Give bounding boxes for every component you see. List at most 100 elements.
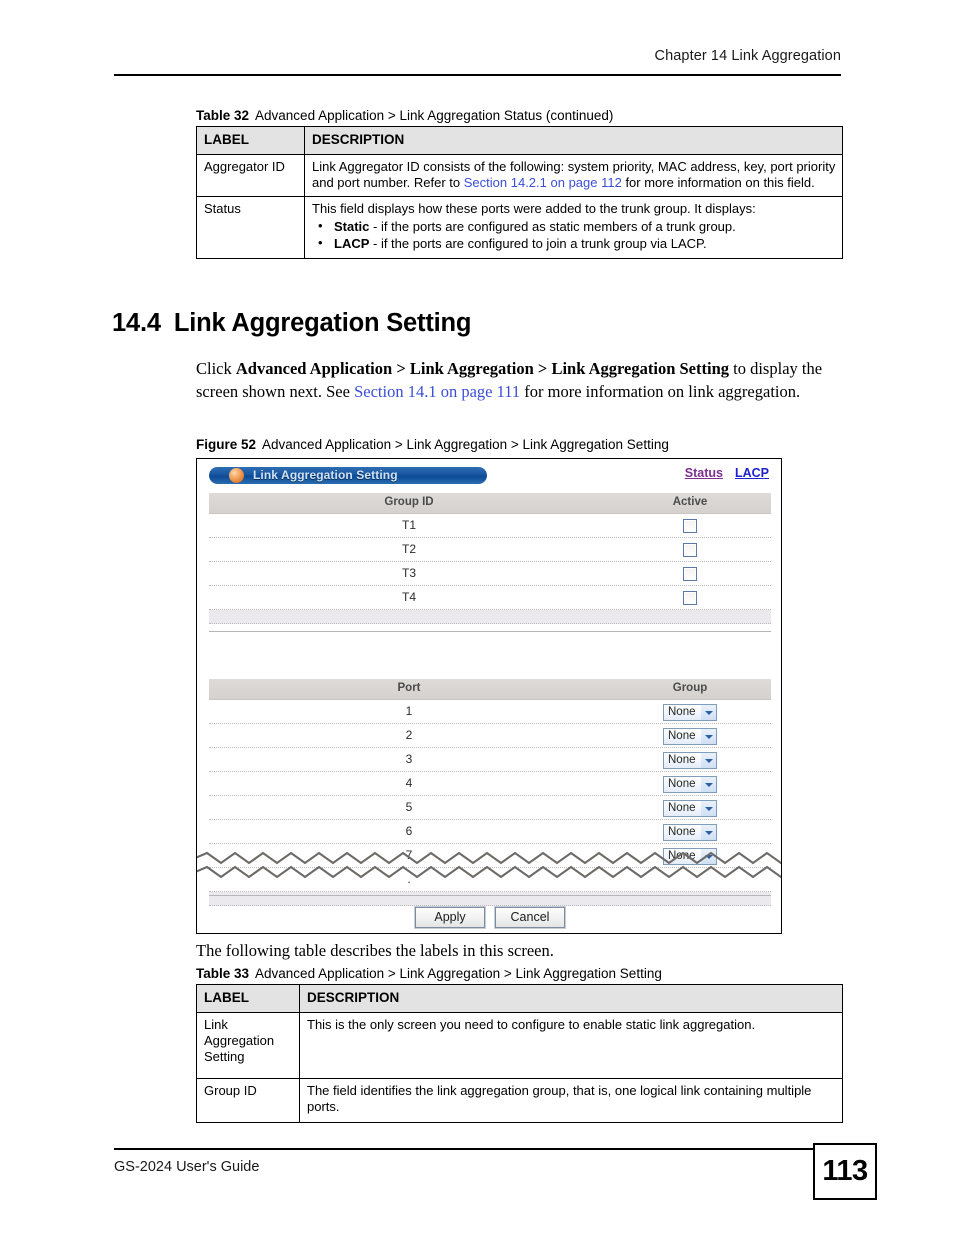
- running-header: Chapter 14 Link Aggregation: [654, 48, 841, 64]
- group-id-value: T4: [401, 590, 416, 604]
- figure-52-caption: Figure 52 Advanced Application > Link Agg…: [196, 437, 669, 452]
- screen-title: Link Aggregation Setting: [253, 468, 398, 482]
- desc-text-part2: for more information on this field.: [621, 175, 815, 191]
- port-group-cell: None: [609, 824, 771, 841]
- group-select-value: None: [668, 706, 696, 718]
- port-group-cell: None: [609, 776, 771, 793]
- group-row-t4: T4: [209, 586, 771, 610]
- group-active-cell: [609, 518, 771, 533]
- truncation-zigzag-icon: [197, 851, 781, 879]
- port-row-4: 4 None: [209, 772, 771, 796]
- active-checkbox-t4[interactable]: [683, 590, 697, 605]
- active-checkbox-t1[interactable]: [683, 518, 697, 533]
- table-33-caption: Table 33 Advanced Application > Link Aggr…: [196, 966, 843, 981]
- port-row-6: 6 None: [209, 820, 771, 844]
- port-number: 4: [405, 776, 413, 790]
- nav-link-lacp[interactable]: LACP: [735, 466, 769, 480]
- row-label-link-aggregation-setting: Link Aggregation Setting: [196, 1012, 300, 1080]
- group-active-cell: [609, 542, 771, 557]
- group-select-value: None: [668, 826, 696, 838]
- figure-caption-text: Advanced Application > Link Aggregation …: [262, 437, 669, 452]
- cross-reference-link[interactable]: Section 14.2.1 on page 112: [464, 175, 622, 190]
- chevron-down-icon[interactable]: [701, 753, 716, 768]
- chevron-down-icon[interactable]: [701, 729, 716, 744]
- footer-divider: [114, 1148, 814, 1150]
- bullet-term-static: Static: [334, 219, 370, 235]
- group-table-header-active: Active: [672, 496, 708, 508]
- group-active-cell: [609, 566, 771, 581]
- para-bold-link-aggregation: Link Aggregation: [409, 359, 534, 378]
- row-description-aggregator-id: Link Aggregator ID consists of the follo…: [304, 154, 843, 198]
- port-number: 2: [405, 728, 413, 742]
- table-header-row: LABEL DESCRIPTION: [196, 125, 843, 156]
- bullet-item-lacp: LACP - if the ports are configured to jo…: [312, 235, 836, 253]
- column-header-description: DESCRIPTION: [299, 983, 843, 1014]
- nav-link-status[interactable]: Status: [685, 466, 723, 480]
- column-header-description: DESCRIPTION: [304, 125, 843, 156]
- group-select-port-5[interactable]: None: [663, 800, 717, 817]
- group-table-header-group-id: Group ID: [384, 496, 434, 508]
- bullet-item-static: Static - if the ports are configured as …: [312, 218, 836, 236]
- bullet-list: Static - if the ports are configured as …: [312, 218, 836, 253]
- column-header-label: LABEL: [196, 983, 300, 1014]
- section-number: 14.4: [112, 309, 161, 337]
- table-row: Group ID The field identifies the link a…: [196, 1078, 843, 1124]
- group-select-port-6[interactable]: None: [663, 824, 717, 841]
- row-label-status: Status: [196, 196, 305, 259]
- status-orb-icon: [229, 468, 244, 483]
- group-select-value: None: [668, 802, 696, 814]
- group-id-value: T1: [401, 518, 416, 532]
- table-header-row: LABEL DESCRIPTION: [196, 983, 843, 1014]
- footer-guide-title: GS-2024 User's Guide: [114, 1159, 260, 1175]
- group-table-header-row: Group ID Active: [209, 493, 771, 514]
- apply-button[interactable]: Apply: [414, 906, 486, 929]
- group-select-port-1[interactable]: None: [663, 704, 717, 721]
- group-active-cell: [609, 590, 771, 605]
- table-33: LABEL DESCRIPTION Link Aggregation Setti…: [196, 983, 843, 1124]
- table-33-block: Table 33 Advanced Application > Link Aggr…: [196, 966, 843, 1124]
- para-sep-2: >: [533, 359, 552, 378]
- table-32-caption: Table 32 Advanced Application > Link Aggr…: [196, 108, 843, 123]
- row-description-link-aggregation-setting: This is the only screen you need to conf…: [299, 1012, 843, 1080]
- port-number: 1: [405, 704, 413, 718]
- page-number-box: 113: [813, 1143, 877, 1200]
- active-checkbox-t3[interactable]: [683, 566, 697, 581]
- cancel-button[interactable]: Cancel: [494, 906, 566, 929]
- group-select-port-3[interactable]: None: [663, 752, 717, 769]
- bullet-rest-static: - if the ports are configured as static …: [369, 219, 736, 235]
- chevron-down-icon[interactable]: [701, 801, 716, 816]
- figure-52-screenshot: Link Aggregation Setting Status LACP Grou…: [196, 458, 782, 934]
- para-bold-advanced-application: Advanced Application: [235, 359, 393, 378]
- port-row-3: 3 None: [209, 748, 771, 772]
- para-text-3: for more information on link aggregation…: [520, 382, 801, 402]
- chevron-down-icon[interactable]: [701, 705, 716, 720]
- cross-reference-link[interactable]: Section 14.1 on page 111: [354, 382, 520, 401]
- screen-action-buttons: Apply Cancel: [197, 906, 781, 929]
- bullet-rest-lacp: - if the ports are configured to join a …: [369, 235, 707, 251]
- desc-intro: This field displays how these ports were…: [312, 201, 756, 217]
- chevron-down-icon[interactable]: [701, 777, 716, 792]
- active-checkbox-t2[interactable]: [683, 542, 697, 557]
- group-select-port-2[interactable]: None: [663, 728, 717, 745]
- port-row-5: 5 None: [209, 796, 771, 820]
- section-paragraph: Click Advanced Application > Link Aggreg…: [196, 357, 836, 404]
- group-select-value: None: [668, 730, 696, 742]
- panel-divider: [209, 631, 771, 632]
- para-text-1: Click: [196, 359, 236, 378]
- table-33-caption-text: Advanced Application > Link Aggregation …: [255, 966, 662, 981]
- table-32: LABEL DESCRIPTION Aggregator ID Link Agg…: [196, 125, 843, 259]
- chevron-down-icon[interactable]: [701, 825, 716, 840]
- header-divider: [114, 74, 841, 76]
- port-number: 5: [405, 800, 413, 814]
- group-table-footer-row: [209, 610, 771, 624]
- table-32-block: Table 32 Advanced Application > Link Aggr…: [196, 108, 843, 259]
- port-group-cell: None: [609, 800, 771, 817]
- port-group-cell: None: [609, 728, 771, 745]
- section-title: Link Aggregation Setting: [173, 309, 472, 337]
- group-select-port-4[interactable]: None: [663, 776, 717, 793]
- para-bold-link-aggregation-setting: Link Aggregation Setting: [551, 359, 730, 378]
- table-32-caption-text: Advanced Application > Link Aggregation …: [255, 108, 614, 123]
- screen-nav-links: Status LACP: [673, 466, 769, 480]
- screen-titlebar: Link Aggregation Setting: [209, 467, 487, 484]
- after-figure-text: The following table describes the labels…: [196, 941, 554, 960]
